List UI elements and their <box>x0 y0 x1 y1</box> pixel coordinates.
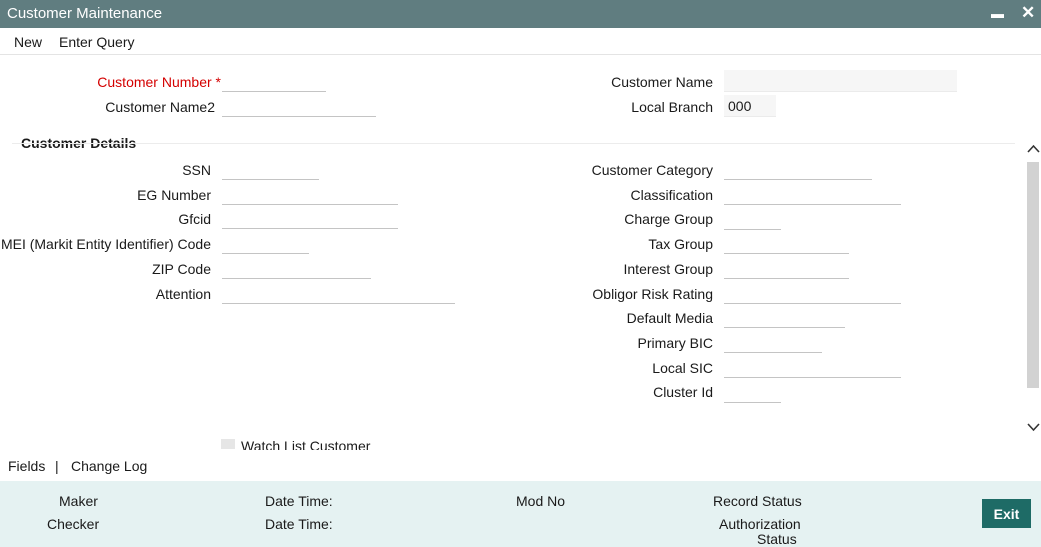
customer-number-label-text: Customer Number <box>97 74 212 90</box>
cluster-id-field[interactable] <box>724 384 781 403</box>
default-media-field[interactable] <box>724 309 845 328</box>
customer-name-field[interactable] <box>724 70 957 92</box>
gfcid-field[interactable] <box>222 210 398 229</box>
charge-group-field[interactable] <box>724 211 781 230</box>
authorization-status-label-line2: Status <box>757 531 797 547</box>
authorization-status-label-line1: Authorization <box>719 516 801 532</box>
classification-field[interactable] <box>724 186 901 205</box>
customer-number-field[interactable] <box>222 73 326 92</box>
default-media-label: Default Media <box>626 310 713 326</box>
customer-name2-label: Customer Name2 <box>105 99 215 115</box>
local-sic-label: Local SIC <box>652 360 713 376</box>
menu-item-new[interactable]: New <box>14 34 42 50</box>
menu-bar: New Enter Query <box>0 28 1041 55</box>
attention-label: Attention <box>155 286 211 302</box>
tax-group-label: Tax Group <box>648 236 713 252</box>
charge-group-label: Charge Group <box>624 211 713 227</box>
customer-name-label: Customer Name <box>611 74 713 90</box>
ssn-field[interactable] <box>222 161 319 180</box>
chevron-up-icon[interactable] <box>1026 142 1041 158</box>
exit-button[interactable]: Exit <box>982 499 1031 528</box>
title-bar: Customer Maintenance ▬ ✕ <box>0 0 1041 28</box>
interest-group-label: Interest Group <box>623 261 714 277</box>
primary-bic-label: Primary BIC <box>637 335 713 351</box>
scrollbar-thumb[interactable] <box>1027 162 1039 388</box>
tab-separator: | <box>55 458 59 474</box>
eg-number-label: EG Number <box>137 187 211 203</box>
eg-number-field[interactable] <box>222 186 398 205</box>
close-icon[interactable]: ✕ <box>1021 3 1035 23</box>
bottom-tabs-bar: Fields | Change Log <box>0 450 1041 481</box>
customer-category-field[interactable] <box>724 161 872 180</box>
fields-link[interactable]: Fields <box>8 458 45 474</box>
local-branch-field[interactable] <box>724 95 776 117</box>
tax-group-field[interactable] <box>724 235 849 254</box>
classification-label: Classification <box>630 187 713 203</box>
mod-no-label: Mod No <box>516 493 566 509</box>
checker-label: Checker <box>47 516 100 532</box>
record-status-label: Record Status <box>713 493 802 509</box>
obligor-risk-rating-label: Obligor Risk Rating <box>592 286 713 302</box>
maker-label: Maker <box>59 493 98 509</box>
maker-date-time-label: Date Time: <box>265 493 333 509</box>
local-sic-field[interactable] <box>724 359 901 378</box>
customer-name2-field[interactable] <box>222 98 376 117</box>
minimize-icon[interactable]: ▬ <box>991 6 1004 21</box>
attention-field[interactable] <box>222 285 455 304</box>
mei-code-field[interactable] <box>222 235 309 254</box>
required-mark: * <box>215 74 221 90</box>
checker-date-time-label: Date Time: <box>265 516 333 532</box>
cluster-id-label: Cluster Id <box>653 384 713 400</box>
mei-code-label: MEI (Markit Entity Identifier) Code <box>0 236 211 252</box>
obligor-risk-rating-field[interactable] <box>724 285 901 304</box>
zip-code-field[interactable] <box>222 260 371 279</box>
window-title: Customer Maintenance <box>7 5 163 22</box>
gfcid-label: Gfcid <box>178 211 211 227</box>
ssn-label: SSN <box>182 162 211 178</box>
chevron-down-icon[interactable] <box>1026 420 1041 436</box>
local-branch-label: Local Branch <box>631 99 713 115</box>
section-divider <box>12 143 1015 144</box>
change-log-link[interactable]: Change Log <box>71 458 147 474</box>
watch-list-checkbox[interactable] <box>221 439 235 449</box>
audit-footer <box>0 481 1041 547</box>
menu-item-enter-query[interactable]: Enter Query <box>59 34 134 50</box>
zip-code-label: ZIP Code <box>152 261 211 277</box>
interest-group-field[interactable] <box>724 260 849 279</box>
customer-category-label: Customer Category <box>591 162 713 178</box>
customer-number-label: Customer Number * <box>97 74 221 90</box>
primary-bic-field[interactable] <box>724 334 822 353</box>
